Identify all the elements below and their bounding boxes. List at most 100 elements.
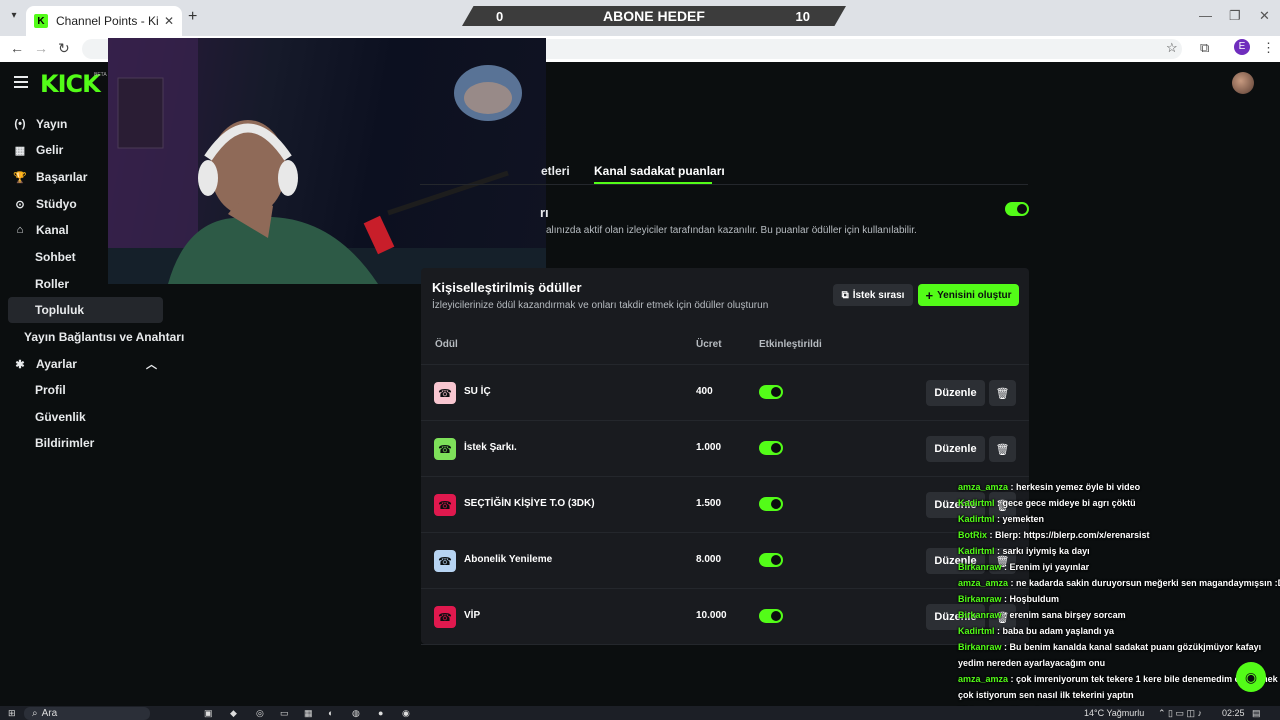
store-icon[interactable]: ▦	[304, 708, 313, 719]
forward-icon[interactable]: →	[34, 40, 48, 56]
chat-username[interactable]: Birkanraw	[958, 642, 1002, 652]
reward-enabled-toggle[interactable]	[759, 553, 783, 567]
reward-name: SEÇTİĞİN KİŞİYE T.O (3DK)	[464, 498, 595, 509]
reward-icon: ☎	[434, 438, 456, 460]
chat-username[interactable]: BotRix	[958, 530, 987, 540]
copilot-icon[interactable]: ◆	[230, 708, 237, 719]
tab-channel-points[interactable]: Kanal sadakat puanları	[594, 164, 725, 178]
tab-partial[interactable]: etleri	[541, 164, 570, 178]
kick-favicon-icon: K	[34, 14, 48, 28]
chat-username[interactable]: amza_amza	[958, 578, 1008, 588]
chat-message: Kadirtml : gece gece mideye bi agrı çökt…	[958, 498, 1136, 508]
sidebar-item-label: Kanal	[36, 223, 69, 237]
chat-message: amza_amza : çok imreniyorum tek tekere 1…	[958, 674, 1278, 684]
table-row: ☎ VİP 10.000 Düzenle 🗑	[421, 589, 1029, 645]
extensions-icon[interactable]: ⧉	[1200, 40, 1209, 56]
request-queue-button[interactable]: ⧉ İstek sırası	[833, 284, 913, 306]
windows-taskbar: ⊞ ⌕ Ara ▣ ◆ ◎ ▭ ▦ ◐ ◍ ● ◉ 14°C Yağmurlu …	[0, 706, 1280, 720]
notifications-icon[interactable]: ▤	[1252, 708, 1261, 719]
sidebar-item-stream-key[interactable]: Yayın Bağlantısı ve Anahtarı	[8, 324, 184, 350]
sidebar-item-profil[interactable]: Profil	[8, 377, 163, 403]
chat-username[interactable]: Kadirtml	[958, 498, 995, 508]
app-icon[interactable]: ◐	[328, 708, 333, 718]
webcam-overlay	[108, 38, 546, 284]
table-row: ☎ SU İÇ 400 Düzenle 🗑	[421, 365, 1029, 421]
new-tab-button[interactable]: +	[188, 8, 197, 26]
delete-icon[interactable]: 🗑	[989, 436, 1016, 462]
chat-username[interactable]: amza_amza	[958, 482, 1008, 492]
chat-username[interactable]: Birkanraw	[958, 562, 1002, 572]
back-icon[interactable]: ←	[10, 40, 24, 56]
trophy-icon: 🏆	[13, 171, 27, 184]
chat-username[interactable]: Kadirtml	[958, 514, 995, 524]
create-reward-button[interactable]: + Yenisini oluştur	[918, 284, 1019, 306]
close-tab-icon[interactable]: ✕	[164, 14, 174, 28]
channel-icon: ⌂	[16, 224, 24, 236]
weather-widget[interactable]: 14°C Yağmurlu	[1084, 708, 1144, 718]
chat-username[interactable]: Kadirtml	[958, 626, 995, 636]
obs-icon[interactable]: ◉	[402, 708, 410, 719]
sidebar-item-label: Yayın Bağlantısı ve Anahtarı	[24, 330, 185, 344]
reward-icon: ☎	[434, 494, 456, 516]
user-avatar[interactable]	[1232, 72, 1254, 94]
chat-message: yedim nereden ayarlayacağım onu	[958, 658, 1105, 668]
chat-message: Birkanraw : Erenim iyi yayınlar	[958, 562, 1089, 572]
chat-message: çok istiyorum sen nasıl ilk tekerini yap…	[958, 690, 1134, 700]
sidebar-item-bildirimler[interactable]: Bildirimler	[8, 430, 163, 456]
chat-username[interactable]: Birkanraw	[958, 594, 1002, 604]
tab-title: Channel Points - Kick Dashboard	[56, 14, 158, 28]
sidebar-item-label: Profil	[35, 383, 66, 397]
request-queue-label: İstek sırası	[852, 289, 905, 301]
system-tray-icons[interactable]: ⌃ ▯ ▭ ◫ ♪	[1158, 708, 1202, 719]
edit-button[interactable]: Düzenle	[926, 436, 985, 462]
reward-enabled-toggle[interactable]	[759, 441, 783, 455]
task-view-icon[interactable]: ▣	[204, 708, 213, 719]
reward-enabled-toggle[interactable]	[759, 497, 783, 511]
chat-message: Kadirtml : baba bu adam yaşlandı ya	[958, 626, 1114, 636]
sidebar-item-label: Güvenlik	[35, 410, 86, 424]
reward-cost: 400	[696, 386, 713, 397]
reward-name: SU İÇ	[464, 386, 491, 397]
rewards-title: Kişiselleştirilmiş ödüller	[432, 280, 582, 295]
reward-enabled-toggle[interactable]	[759, 609, 783, 623]
chat-text: : erenim sana birşey sorcam	[1001, 610, 1126, 620]
bookmark-star-icon[interactable]: ☆	[1166, 40, 1178, 56]
chevron-up-icon: ︿	[146, 359, 157, 371]
chat-username[interactable]: Birkanraw	[958, 610, 1002, 620]
maximize-icon[interactable]: ❐	[1229, 8, 1241, 24]
sidebar-item-guvenlik[interactable]: Güvenlik	[8, 404, 163, 430]
menu-icon[interactable]	[14, 76, 28, 88]
broadcast-icon: (•)	[14, 118, 26, 130]
chrome-icon[interactable]: ◍	[352, 708, 360, 719]
edge-icon[interactable]: ◎	[256, 708, 264, 719]
reward-cost: 1.500	[696, 498, 722, 509]
sidebar-item-ayarlar[interactable]: ✱ Ayarlar ︿	[8, 351, 163, 377]
reward-enabled-toggle[interactable]	[759, 385, 783, 399]
sidebar-item-topluluk[interactable]: Topluluk	[8, 297, 163, 323]
chat-support-icon[interactable]: ◉	[1236, 662, 1266, 692]
channel-points-toggle[interactable]	[1005, 202, 1029, 216]
chat-text: : yemekten	[994, 514, 1045, 524]
chat-message: Birkanraw : erenim sana birşey sorcam	[958, 610, 1126, 620]
browser-profile-avatar[interactable]: E	[1234, 39, 1250, 55]
file-explorer-icon[interactable]: ▭	[280, 708, 289, 719]
spotify-icon[interactable]: ●	[378, 708, 383, 718]
revenue-icon: ▦	[14, 144, 26, 157]
close-window-icon[interactable]: ✕	[1259, 8, 1270, 24]
minimize-icon[interactable]: —	[1199, 8, 1212, 23]
delete-icon[interactable]: 🗑	[989, 380, 1016, 406]
table-row: ☎ Abonelik Yenileme 8.000 Düzenle 🗑	[421, 533, 1029, 589]
channel-points-description: alınızda aktif olan izleyiciler tarafınd…	[546, 225, 917, 236]
edit-button[interactable]: Düzenle	[926, 380, 985, 406]
chat-message: Birkanraw : Bu benim kanalda kanal sadak…	[958, 642, 1261, 652]
kick-logo[interactable]: KICK	[40, 70, 101, 98]
windows-start-icon[interactable]: ⊞	[8, 708, 16, 719]
browser-menu-icon[interactable]: ⋮	[1262, 40, 1275, 56]
chat-username[interactable]: Kadirtml	[958, 546, 995, 556]
reload-icon[interactable]: ↻	[58, 40, 70, 57]
taskbar-search[interactable]: ⌕ Ara	[24, 707, 150, 720]
chat-username[interactable]: amza_amza	[958, 674, 1008, 684]
tab-search-icon[interactable]: ▾	[6, 10, 22, 26]
browser-tab[interactable]: K Channel Points - Kick Dashboard ✕	[26, 6, 182, 36]
clock[interactable]: 02:25	[1222, 708, 1245, 718]
